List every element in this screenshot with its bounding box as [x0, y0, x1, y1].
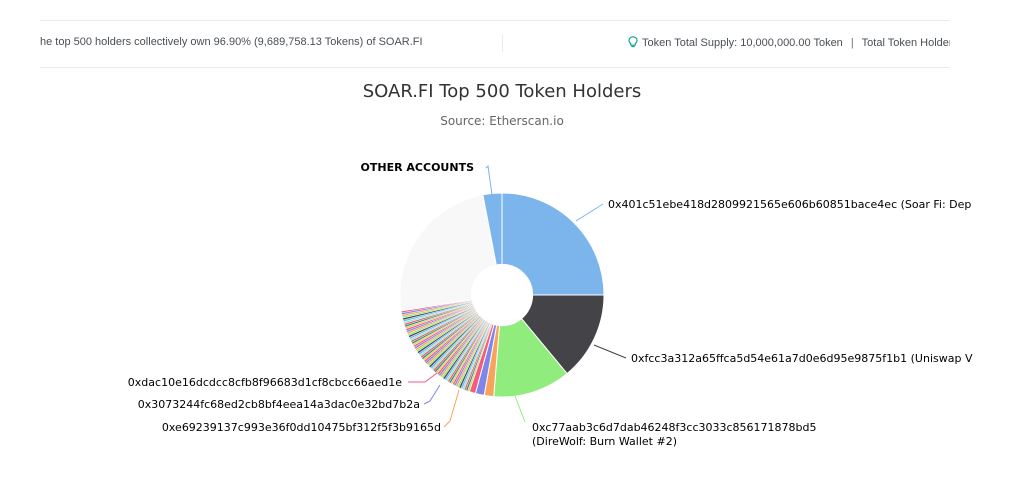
pie-label: 0xe69239137c993e36f0dd10475bf312f5f3b916… — [162, 421, 441, 434]
pie-label: 0xfcc3a312a65ffca5d54e61a7d0e6d95e9875f1… — [631, 352, 973, 365]
pie-connector — [485, 164, 493, 196]
pie-label: 0xc77aab3c6d7dab46248f3cc3033c856171878b… — [532, 421, 817, 434]
pie-label: 0xdac10e16dcdcc8cfb8f96683d1cf8cbcc66aed… — [128, 376, 402, 389]
pie-label-line2: (DireWolf: Burn Wallet #2) — [532, 435, 677, 448]
pie-label: 0x401c51ebe418d2809921565e606b60851bace4… — [608, 198, 971, 211]
pie-label: 0x3073244fc68ed2cb8bf4eea14a3dac0e32bd7b… — [138, 398, 420, 411]
pie-connector — [514, 395, 526, 423]
pie-connector — [408, 372, 438, 383]
pie-connector — [423, 384, 441, 405]
pie-label: OTHER ACCOUNTS — [361, 161, 475, 174]
pie-connector — [443, 389, 460, 428]
pie-slice-8 — [399, 194, 497, 312]
pie-connector — [575, 203, 604, 222]
pie-chart: 0x401c51ebe418d2809921565e606b60851bace4… — [128, 161, 973, 448]
pie-connector — [593, 344, 627, 359]
pie-slice-1 — [501, 192, 605, 296]
